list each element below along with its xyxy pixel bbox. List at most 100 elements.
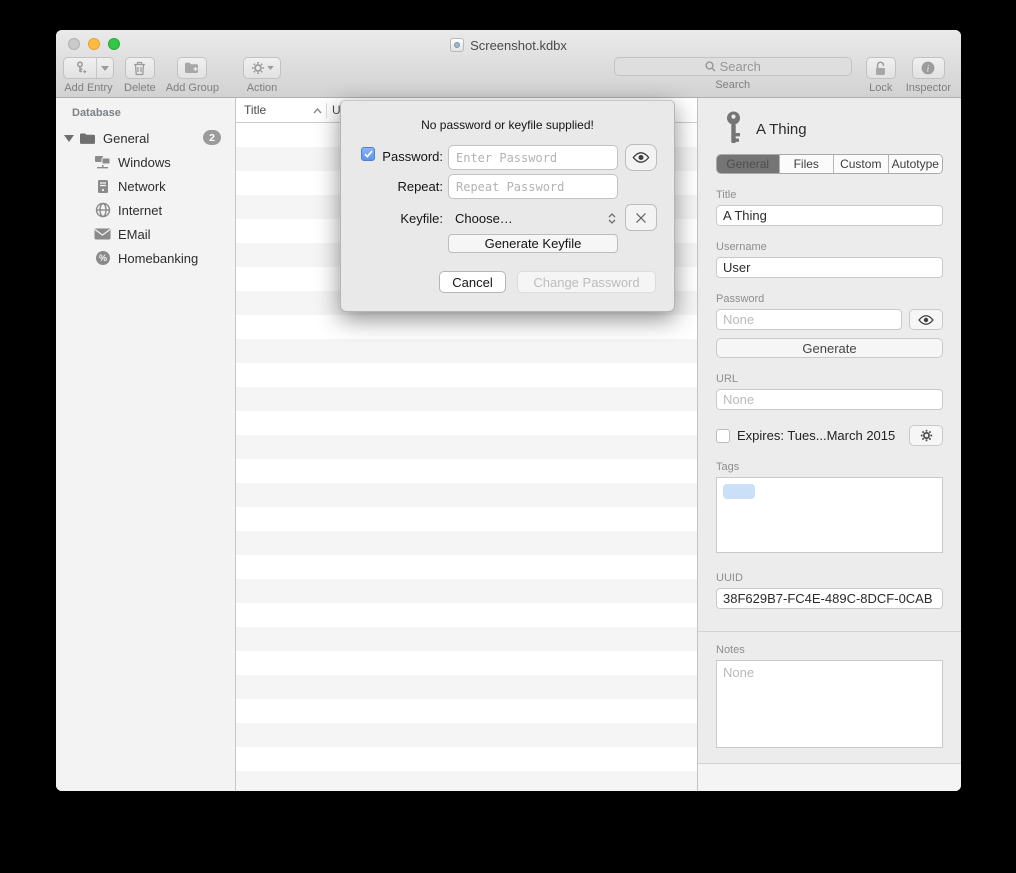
document-icon: [450, 38, 464, 52]
add-entry-button[interactable]: [63, 57, 114, 79]
sidebar-item-internet[interactable]: Internet: [56, 198, 235, 222]
column-title-label: Title: [244, 103, 266, 117]
expires-settings-button[interactable]: [909, 425, 943, 446]
add-entry-dropdown-arrow-icon[interactable]: [97, 58, 113, 78]
folder-icon: [79, 130, 96, 147]
column-header-title[interactable]: Title: [236, 103, 326, 117]
eye-icon: [632, 152, 650, 163]
key-plus-icon[interactable]: [64, 58, 97, 78]
delete-item: Delete: [124, 57, 156, 94]
tab-general[interactable]: General: [717, 155, 780, 173]
windows-group-icon: [94, 154, 111, 171]
close-x-icon: [635, 212, 647, 224]
sidebar-item-label: Network: [118, 179, 166, 194]
tab-custom[interactable]: Custom: [834, 155, 889, 173]
sidebar-header: Database: [56, 107, 235, 119]
tag-pill[interactable]: [723, 484, 755, 499]
sidebar-item-label: Windows: [118, 155, 171, 170]
delete-button[interactable]: [125, 57, 155, 79]
dialog-keyfile-label: Keyfile:: [341, 211, 443, 226]
tags-label: Tags: [716, 461, 943, 473]
dialog-password-field[interactable]: [448, 145, 618, 170]
inspector-label: Inspector: [906, 82, 951, 94]
dialog-reveal-password-button[interactable]: [625, 144, 657, 171]
tab-autotype[interactable]: Autotype: [889, 155, 943, 173]
column-header-username[interactable]: U: [327, 103, 341, 117]
generate-password-button[interactable]: Generate: [716, 338, 943, 358]
password-label: Password: [716, 293, 943, 305]
keyfile-value: Choose…: [448, 211, 513, 226]
envelope-icon: [94, 226, 111, 243]
info-icon: i: [921, 61, 935, 75]
username-label: Username: [716, 241, 943, 253]
sheet-message: No password or keyfile supplied!: [341, 118, 674, 132]
sidebar-item-label: Homebanking: [118, 251, 198, 266]
entry-title: A Thing: [756, 121, 807, 138]
search-item: Search Search: [614, 57, 852, 91]
section-divider: [698, 631, 961, 632]
gear-icon: [920, 429, 933, 442]
sidebar-item-homebanking[interactable]: % Homebanking: [56, 246, 235, 270]
sidebar-item-label: Internet: [118, 203, 162, 218]
title-field[interactable]: [716, 205, 943, 226]
lock-button[interactable]: [866, 57, 896, 79]
inspector-header: A Thing: [716, 110, 943, 148]
window-title-area: Screenshot.kdbx: [56, 36, 961, 54]
search-label: Search: [715, 79, 750, 91]
url-label: URL: [716, 373, 943, 385]
sort-ascending-icon: [313, 103, 322, 117]
action-dropdown-arrow-icon: [267, 66, 274, 70]
action-label: Action: [247, 82, 278, 94]
tab-files[interactable]: Files: [780, 155, 835, 173]
dialog-repeat-label: Repeat:: [341, 179, 443, 194]
cancel-button[interactable]: Cancel: [439, 271, 506, 293]
search-input[interactable]: Search: [614, 57, 852, 76]
expires-checkbox[interactable]: [716, 429, 730, 443]
gear-icon: [251, 61, 265, 75]
sidebar-item-label: EMail: [118, 227, 151, 242]
disclosure-triangle-icon[interactable]: [64, 135, 74, 142]
app-window: Screenshot.kdbx Add Entry Delete: [56, 30, 961, 791]
clear-keyfile-button[interactable]: [625, 204, 657, 231]
expires-row: Expires: Tues...March 2015: [716, 425, 943, 446]
action-item: Action: [243, 57, 281, 94]
dialog-password-label: Password:: [341, 149, 443, 164]
sidebar-item-windows[interactable]: Windows: [56, 150, 235, 174]
reveal-password-button[interactable]: [909, 309, 943, 330]
action-button[interactable]: [243, 57, 281, 79]
uuid-field[interactable]: [716, 588, 943, 609]
folder-plus-icon: [184, 61, 200, 75]
sidebar-item-email[interactable]: EMail: [56, 222, 235, 246]
inspector-button[interactable]: i: [912, 57, 945, 79]
uuid-label: UUID: [716, 572, 943, 584]
add-group-button[interactable]: [177, 57, 207, 79]
toolbar: Add Entry Delete Add Group Action: [63, 57, 951, 97]
dialog-repeat-field[interactable]: [448, 174, 618, 199]
search-placeholder: Search: [720, 59, 761, 74]
keyfile-popup[interactable]: Choose…: [448, 205, 618, 231]
lock-item: Lock: [866, 57, 896, 94]
percent-circle-icon: %: [94, 250, 111, 267]
sidebar: Database General 2 Windows Network: [56, 98, 236, 791]
add-group-item: Add Group: [166, 57, 219, 94]
inspector-item: i Inspector: [906, 57, 951, 94]
eye-icon: [918, 315, 934, 325]
window-chrome: Screenshot.kdbx Add Entry Delete: [56, 30, 961, 98]
sidebar-item-general[interactable]: General 2: [56, 126, 235, 150]
tags-field[interactable]: [716, 477, 943, 553]
sidebar-item-network[interactable]: Network: [56, 174, 235, 198]
generate-keyfile-button[interactable]: Generate Keyfile: [448, 234, 618, 253]
url-field[interactable]: [716, 389, 943, 410]
notes-field[interactable]: [716, 660, 943, 748]
add-entry-label: Add Entry: [64, 82, 112, 94]
svg-text:i: i: [927, 64, 930, 74]
entry-count-badge: 2: [203, 130, 221, 145]
notes-label: Notes: [716, 644, 943, 656]
inspector-footer: [698, 763, 961, 791]
window-title: Screenshot.kdbx: [470, 38, 567, 53]
sidebar-item-label: General: [103, 131, 149, 146]
add-group-label: Add Group: [166, 82, 219, 94]
password-field[interactable]: [716, 309, 902, 330]
username-field[interactable]: [716, 257, 943, 278]
delete-label: Delete: [124, 82, 156, 94]
